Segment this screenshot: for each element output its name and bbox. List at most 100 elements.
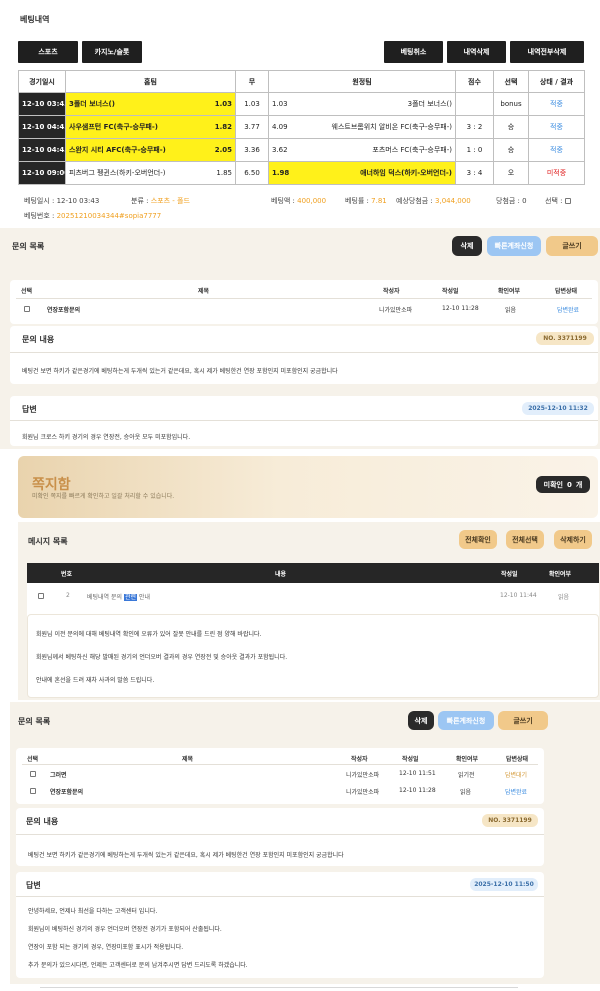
col-select: 선택 (27, 756, 39, 763)
row-home[interactable]: 스완지 시티 AFC(축구-승무패-) 2.05 (65, 138, 236, 162)
row-result: 적중 (528, 92, 585, 116)
row-score: 3 : 2 (455, 115, 494, 139)
row-checked: 읽음 (558, 594, 570, 601)
rate-value: 7.81 (371, 197, 387, 205)
bet-table: 경기일시 홈팀 무 원정팀 점수 선택 상태 / 결과 12-10 03:43 … (18, 70, 585, 185)
row-checkbox[interactable] (30, 771, 36, 777)
inquiry-number-badge: NO. 3371199 (536, 332, 594, 345)
inquiry-panel-2: 문의 목록 삭제 빠른계좌신청 글쓰기 선택 제목 작성자 작성일 확인여부 답… (10, 702, 600, 984)
quick-account-button[interactable]: 빠른계좌신청 (438, 711, 494, 730)
message-line-3: 안내에 혼선을 드려 재차 사과의 말씀 드립니다. (36, 677, 155, 684)
row-subject[interactable]: 그러면 (50, 770, 67, 779)
row-home: 피츠버그 펭귄스(하키-오버언더-) 1.85 (65, 161, 236, 185)
inquiry-title: 문의 목록 (12, 242, 45, 251)
row-away: 3.62 포츠머스 FC(축구-승무패-) (268, 138, 456, 162)
col-no: 번호 (61, 571, 73, 578)
col-away: 원정팀 (268, 70, 456, 93)
row-date: 12-10 04:45 (18, 115, 66, 139)
category-value: 스포츠 - 폴드 (150, 197, 190, 205)
home-team-name: 사우샘프턴 FC(축구-승무패-) (69, 123, 158, 131)
message-line-1: 회원님 이전 문의에 대해 베팅내역 확인에 오류가 있어 잘못 안내를 드린 … (36, 631, 262, 638)
inquiry-title: 문의 목록 (18, 717, 51, 726)
content-label: 문의 내용 (22, 335, 55, 344)
row-home[interactable]: 3폴더 보너스() 1.03 (65, 92, 236, 116)
row-author: 니가있만소파 (346, 772, 380, 779)
col-score: 점수 (455, 70, 494, 93)
row-date: 12-10 04:45 (18, 138, 66, 162)
row-checkbox[interactable] (30, 788, 36, 794)
answer-card: 답변 2025-12-10 11:32 회원님 크로스 하키 경기의 경우 연장… (10, 396, 598, 446)
row-pick: 오 (493, 161, 529, 185)
delete-selected-button[interactable]: 삭제하기 (554, 530, 592, 549)
row-home[interactable]: 사우샘프턴 FC(축구-승무패-) 1.82 (65, 115, 236, 139)
write-button[interactable]: 글쓰기 (498, 711, 548, 730)
bet-select-checkbox[interactable] (565, 198, 572, 204)
away-team-name: 웨스트브롬위치 알비온 FC(축구-승무패-) (331, 123, 452, 131)
col-select: 선택 (21, 288, 33, 295)
cancel-bet-button[interactable]: 베팅취소 (384, 41, 443, 63)
answer-line-1: 안녕하세요, 언제나 최선을 다하는 고객센터 입니다. (28, 908, 158, 915)
message-box-hero: 쪽지함 미확인 쪽지를 빠르게 확인하고 일괄 처리할 수 있습니다. 미확인 … (18, 456, 598, 518)
message-body-card: 회원님 이전 문의에 대해 베팅내역 확인에 오류가 있어 잘못 안내를 드린 … (27, 614, 599, 698)
message-table-header: 번호 내용 작성일 확인여부 (27, 563, 599, 583)
select-label: 선택 : (545, 197, 563, 205)
row-date: 12-10 09:00 (18, 161, 66, 185)
delete-button[interactable]: 삭제 (452, 236, 482, 256)
table-row[interactable]: 연장포함문의 니가있만소파 12-10 11:28 읽음 답변완료 (10, 302, 598, 316)
delete-history-button[interactable]: 내역삭제 (447, 41, 506, 63)
table-row[interactable]: 연장포함문의 니가있만소파 12-10 11:28 읽음 답변완료 (16, 784, 544, 798)
win-label: 당첨금 : (496, 197, 520, 205)
list-divider (16, 298, 592, 299)
row-checked: 읽음 (505, 307, 517, 314)
inquiry-list-card: 선택 제목 작성자 작성일 확인여부 답변상태 그러면 니가있만소파 12-10… (16, 748, 544, 804)
tab-casino-slot[interactable]: 카지노/슬롯 (82, 41, 142, 63)
message-line-2: 회원님께서 베팅하신 해당 발매된 경기의 언더오버 결과의 경우 연장전 및 … (36, 654, 288, 661)
bet-rate: 베팅률 : 7.81 (345, 196, 387, 206)
write-button[interactable]: 글쓰기 (546, 236, 598, 256)
row-status: 답변완료 (505, 789, 528, 796)
row-content[interactable]: 베팅내역 문의 관련 안내 (87, 592, 150, 601)
answer-divider (16, 896, 544, 897)
row-checkbox[interactable] (38, 593, 44, 599)
row-checkbox[interactable] (24, 306, 30, 312)
home-odds: 1.82 (214, 123, 232, 131)
col-checked: 확인여부 (456, 756, 479, 763)
check-all-button[interactable]: 전체확인 (459, 530, 497, 549)
row-away[interactable]: 1.98 애너하임 덕스(하키-오버언더-) (268, 161, 456, 185)
table-row: 12-10 09:00 피츠버그 펭귄스(하키-오버언더-) 1.85 6.50 … (18, 161, 585, 185)
col-status: 답변상태 (506, 756, 529, 763)
quick-account-button[interactable]: 빠른계좌신청 (487, 236, 541, 256)
row-score: 3 : 4 (455, 161, 494, 185)
away-team-name: 애너하임 덕스(하키-오버언더-) (360, 169, 452, 177)
expected-label: 예상당첨금 : (396, 197, 433, 205)
col-result: 상태 / 결과 (528, 70, 585, 93)
bet-win: 당첨금 : 0 (496, 196, 527, 206)
row-draw: 3.36 (235, 138, 269, 162)
delete-all-history-button[interactable]: 내역전부삭제 (510, 41, 584, 63)
home-odds: 1.85 (216, 169, 232, 177)
delete-button[interactable]: 삭제 (408, 711, 434, 730)
unread-unit: 개 (575, 480, 583, 489)
unread-count-badge[interactable]: 미확인 0 개 (536, 476, 590, 493)
table-row[interactable]: 그러면 니가있만소파 12-10 11:51 읽기전 답변대기 (16, 767, 544, 781)
col-subject: 제목 (182, 756, 194, 763)
away-odds: 4.09 (272, 123, 288, 131)
content-label: 문의 내용 (26, 817, 59, 826)
home-odds: 1.03 (214, 100, 232, 108)
row-text-after: 안내 (138, 594, 150, 601)
away-team-name: 포츠머스 FC(축구-승무패-) (372, 146, 452, 154)
row-away: 1.03 3폴더 보너스() (268, 92, 456, 116)
tab-sports[interactable]: 스포츠 (18, 41, 78, 63)
table-row[interactable]: 2 베팅내역 문의 관련 안내 12-10 11:44 읽음 (27, 589, 599, 603)
row-date: 12-10 11:28 (442, 305, 479, 312)
select-all-button[interactable]: 전체선택 (506, 530, 544, 549)
col-date: 작성일 (501, 571, 518, 578)
row-subject[interactable]: 연장포함문의 (50, 787, 83, 796)
answer-date-badge: 2025-12-10 11:50 (470, 878, 538, 891)
row-subject[interactable]: 연장포함문의 (47, 305, 80, 314)
row-status: 답변완료 (557, 307, 580, 314)
row-pick: 승 (493, 138, 529, 162)
row-score (455, 92, 494, 116)
unread-count: 0 (567, 480, 572, 489)
content-text: 베팅건 보면 하키가 같은경기에 베팅하는게 두개씩 있는거 같은데요, 혹시 … (22, 368, 338, 375)
